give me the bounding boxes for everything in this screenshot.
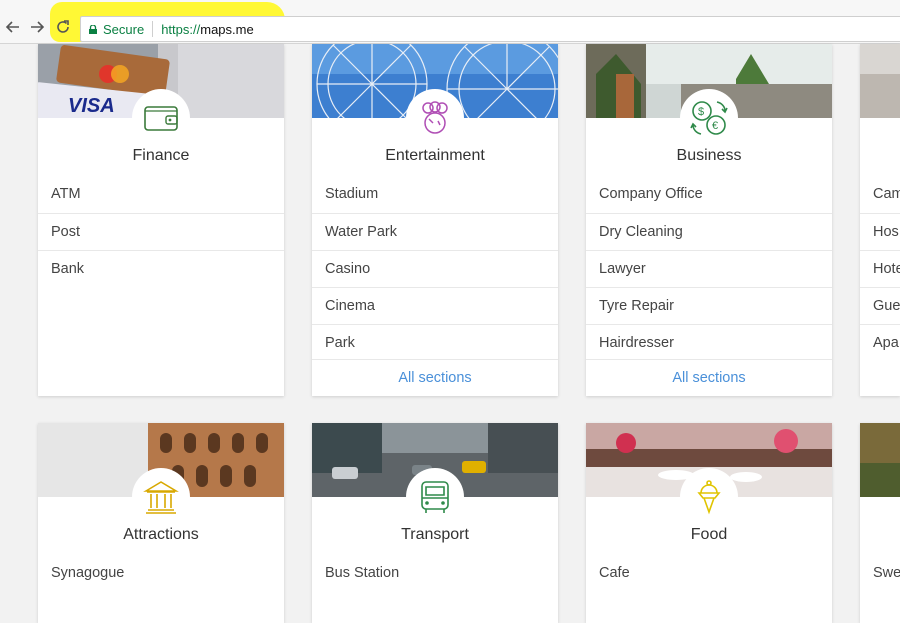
svg-text:$: $ xyxy=(698,106,704,118)
partial-photo-2 xyxy=(860,423,900,497)
list-item[interactable]: Post xyxy=(38,213,284,250)
card-title[interactable]: Food xyxy=(586,526,832,544)
secure-label: Secure xyxy=(103,21,145,37)
list-item[interactable]: Apa xyxy=(860,324,900,361)
address-separator xyxy=(152,21,154,37)
svg-text:€: € xyxy=(712,120,718,132)
card-title[interactable]: Transport xyxy=(312,526,558,544)
list-item[interactable]: Hairdresser xyxy=(586,324,832,361)
url-host: maps.me xyxy=(200,21,254,37)
svg-text:VISA: VISA xyxy=(68,95,115,117)
entertainment-badge xyxy=(406,89,464,147)
bus-icon xyxy=(421,481,449,513)
list-item[interactable]: Lawyer xyxy=(586,250,832,287)
lock-icon xyxy=(89,24,97,34)
url-text[interactable]: https://maps.me xyxy=(161,22,254,37)
currency-exchange-icon: $ € xyxy=(690,101,728,135)
all-sections-link[interactable]: All sections xyxy=(312,359,558,396)
attractions-badge xyxy=(132,468,190,526)
url-prefix: https:// xyxy=(161,21,201,37)
category-card-attractions: Attractions Synagogue xyxy=(38,423,284,623)
list-item[interactable]: Dry Cleaning xyxy=(586,213,832,250)
finance-badge xyxy=(132,89,190,147)
museum-icon xyxy=(143,481,179,514)
card-title[interactable]: Finance xyxy=(38,147,284,165)
list-item[interactable]: Casino xyxy=(312,250,558,287)
category-card-transport: Transport Bus Station xyxy=(312,423,558,623)
browser-toolbar: Secure https://maps.me xyxy=(0,0,900,44)
business-badge: $ € xyxy=(680,89,738,147)
list-item[interactable]: Cinema xyxy=(312,287,558,324)
list-item[interactable]: Hos xyxy=(860,213,900,250)
category-card-finance: VISA Finance ATM Post Bank xyxy=(38,44,284,396)
category-card-food: Food Cafe xyxy=(586,423,832,623)
back-arrow-icon[interactable] xyxy=(4,18,22,36)
wallet-icon xyxy=(144,106,178,131)
reload-icon[interactable] xyxy=(54,18,72,36)
list-item[interactable]: Swe xyxy=(860,555,900,592)
list-item[interactable]: Cam xyxy=(860,176,900,213)
balloons-icon xyxy=(422,101,448,134)
list-item[interactable]: Bus Station xyxy=(312,555,558,592)
card-title[interactable]: Entertainment xyxy=(312,147,558,165)
all-sections-link[interactable]: All sections xyxy=(586,359,832,396)
list-item[interactable]: Cafe xyxy=(586,555,832,592)
list-item[interactable]: Gue xyxy=(860,287,900,324)
list-item[interactable]: Synagogue xyxy=(38,555,284,592)
list-item[interactable]: Stadium xyxy=(312,176,558,213)
category-card-partial: Cam Hos Hote Gue Apa xyxy=(860,44,900,396)
card-title[interactable]: Business xyxy=(586,147,832,165)
list-item[interactable]: Hote xyxy=(860,250,900,287)
list-item[interactable]: Tyre Repair xyxy=(586,287,832,324)
list-item[interactable]: Water Park xyxy=(312,213,558,250)
category-card-entertainment: Entertainment Stadium Water Park Casino … xyxy=(312,44,558,396)
list-item[interactable]: Park xyxy=(312,324,558,361)
transport-badge xyxy=(406,468,464,526)
category-card-partial-2: Swe xyxy=(860,423,900,623)
food-badge xyxy=(680,468,738,526)
category-card-business: $ € Business Company Office Dry Cleaning… xyxy=(586,44,832,396)
card-title[interactable]: Attractions xyxy=(38,526,284,544)
list-item[interactable]: Company Office xyxy=(586,176,832,213)
list-item[interactable]: ATM xyxy=(38,176,284,213)
forward-arrow-icon[interactable] xyxy=(28,18,46,36)
partial-photo xyxy=(860,44,900,118)
list-item[interactable]: Bank xyxy=(38,250,284,287)
ice-cream-icon xyxy=(697,480,721,515)
address-bar[interactable]: Secure https://maps.me xyxy=(80,16,900,42)
